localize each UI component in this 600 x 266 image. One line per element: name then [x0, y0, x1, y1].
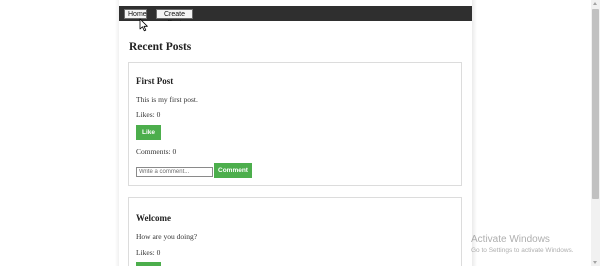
main-content: Recent Posts First Post This is my first…: [119, 21, 472, 266]
post-title: Welcome: [136, 213, 171, 223]
comment-input[interactable]: [136, 167, 213, 177]
post-card: First Post This is my first post. Likes:…: [128, 62, 462, 186]
post-content: How are you doing?: [136, 232, 198, 241]
mouse-pointer-icon: [139, 18, 148, 32]
post-content: This is my first post.: [136, 95, 198, 104]
page-title: Recent Posts: [129, 41, 192, 53]
post-comments-count: Comments: 0: [136, 147, 177, 156]
post-title: First Post: [136, 76, 174, 86]
activate-windows-watermark: Activate Windows Go to Settings to activ…: [471, 234, 574, 255]
comment-button[interactable]: Comment: [214, 163, 252, 178]
create-post-button[interactable]: Create Post: [156, 9, 193, 27]
navbar: Home Create Post: [119, 6, 472, 27]
post-card: Welcome How are you doing? Likes: 0: [128, 197, 462, 266]
watermark-title: Activate Windows: [471, 234, 550, 245]
scroll-up-arrow-icon[interactable]: [593, 2, 597, 5]
post-likes-count: Likes: 0: [136, 248, 161, 257]
post-likes-count: Likes: 0: [136, 110, 161, 119]
watermark-subtitle: Go to Settings to activate Windows.: [471, 247, 574, 254]
like-button[interactable]: Like: [136, 125, 161, 140]
scrollbar-thumb[interactable]: [592, 9, 599, 199]
page-shadow-right: [472, 0, 477, 266]
scroll-down-arrow-icon[interactable]: [593, 261, 597, 264]
vertical-scrollbar[interactable]: [591, 0, 600, 266]
like-button[interactable]: [136, 262, 161, 266]
